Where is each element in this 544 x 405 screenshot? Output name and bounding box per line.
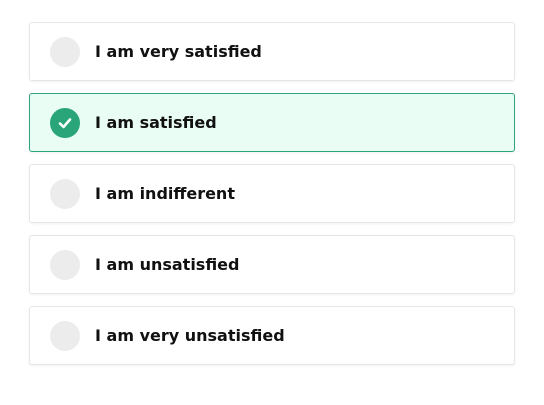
option-label: I am very satisfied	[95, 42, 262, 61]
option-label: I am satisfied	[95, 113, 217, 132]
satisfaction-options: I am very satisfied I am satisfied I am …	[0, 0, 544, 405]
option-label: I am unsatisfied	[95, 255, 240, 274]
option-label: I am very unsatisfied	[95, 326, 285, 345]
option-label: I am indifferent	[95, 184, 235, 203]
option-unsatisfied[interactable]: I am unsatisfied	[29, 235, 515, 294]
option-indifferent[interactable]: I am indifferent	[29, 164, 515, 223]
radio-button[interactable]	[50, 178, 80, 209]
option-very-unsatisfied[interactable]: I am very unsatisfied	[29, 306, 515, 365]
option-satisfied[interactable]: I am satisfied	[29, 93, 515, 152]
radio-button[interactable]	[50, 249, 80, 280]
check-icon	[58, 117, 72, 128]
radio-button[interactable]	[50, 36, 80, 67]
option-very-satisfied[interactable]: I am very satisfied	[29, 22, 515, 81]
radio-button[interactable]	[50, 320, 80, 351]
radio-button[interactable]	[50, 107, 80, 138]
